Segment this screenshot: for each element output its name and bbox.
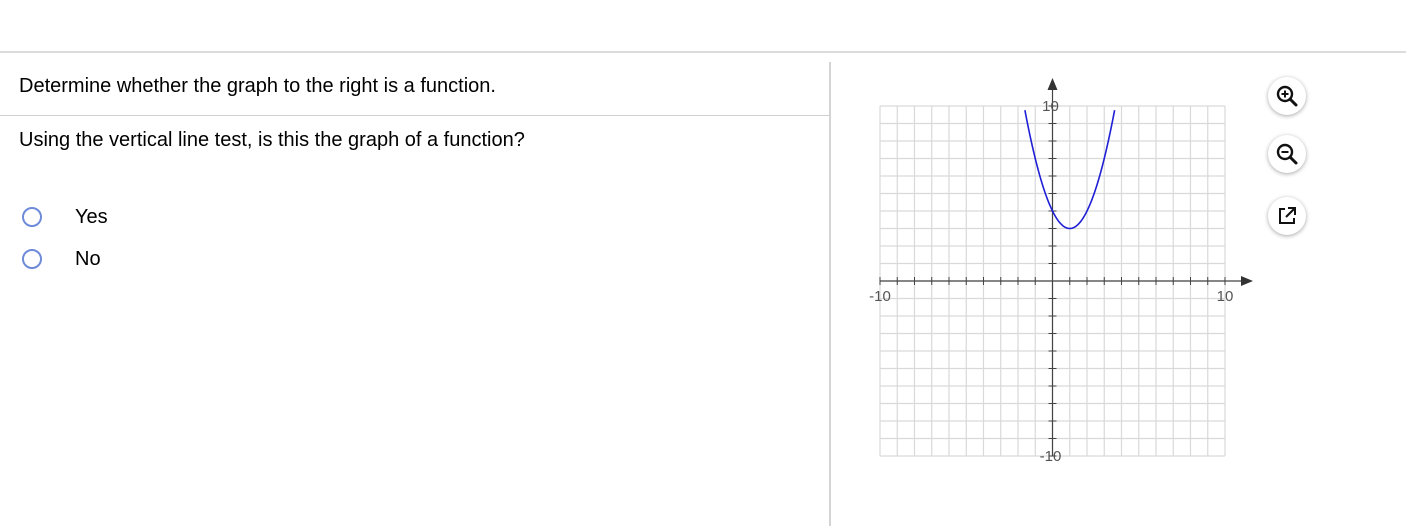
zoom-out-button[interactable] <box>1268 135 1306 173</box>
question-pane: Determine whether the graph to the right… <box>0 53 829 526</box>
y-max-label: 10 <box>1042 98 1059 115</box>
choice-yes[interactable]: Yes <box>22 196 108 238</box>
x-min-label: -10 <box>869 288 891 305</box>
choice-yes-label[interactable]: Yes <box>75 204 108 230</box>
radio-no[interactable] <box>22 249 42 269</box>
y-min-label: -10 <box>1040 448 1062 465</box>
question-text: Using the vertical line test, is this th… <box>19 129 525 151</box>
x-max-label: 10 <box>1217 288 1234 305</box>
function-graph: -10 10 10 -10 <box>869 78 1253 465</box>
pane-divider <box>829 62 831 526</box>
zoom-out-icon <box>1276 143 1298 165</box>
graph-axes <box>880 78 1253 456</box>
x-axis-arrow <box>1241 276 1253 286</box>
zoom-in-icon <box>1276 85 1298 107</box>
y-axis-arrow <box>1047 78 1058 90</box>
radio-yes[interactable] <box>22 207 42 227</box>
choice-no-label[interactable]: No <box>75 246 101 272</box>
section-divider <box>0 115 829 116</box>
popout-button[interactable] <box>1268 197 1306 235</box>
popout-icon <box>1279 207 1296 224</box>
answer-choices: Yes No <box>22 196 108 280</box>
instruction-text: Determine whether the graph to the right… <box>19 75 496 97</box>
choice-no[interactable]: No <box>22 238 108 280</box>
zoom-in-button[interactable] <box>1268 77 1306 115</box>
